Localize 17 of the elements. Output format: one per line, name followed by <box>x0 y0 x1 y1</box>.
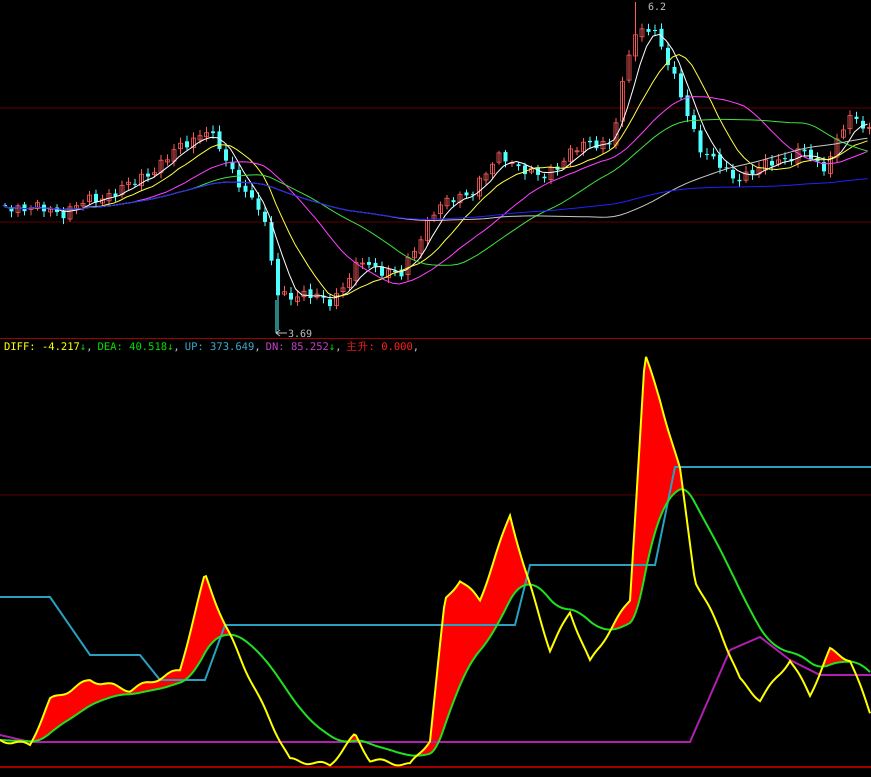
indicator-value: DEA: 40.518 <box>98 341 168 353</box>
indicator-value: DIFF: -4.217 <box>4 341 80 353</box>
trend-indicator: ↓ <box>80 341 86 353</box>
separator-text: , <box>335 341 342 353</box>
indicator-value: DN: 85.252 <box>266 341 329 353</box>
indicator-value: 主升: 0.000 <box>346 340 413 354</box>
separator-text: , <box>173 341 180 353</box>
low-price-marker <box>276 300 288 336</box>
trend-indicator: ↓ <box>328 341 336 353</box>
indicator-value: UP: 373.649 <box>184 341 254 353</box>
high-price-label: 6.2 <box>648 2 666 13</box>
separator-text: , <box>254 341 261 353</box>
separator-text: , <box>412 341 420 353</box>
trend-indicator: ↓ <box>167 341 174 353</box>
signal-fill-area <box>350 734 358 742</box>
separator-text: , <box>86 341 93 353</box>
low-price-label: 3.69 <box>288 329 312 338</box>
